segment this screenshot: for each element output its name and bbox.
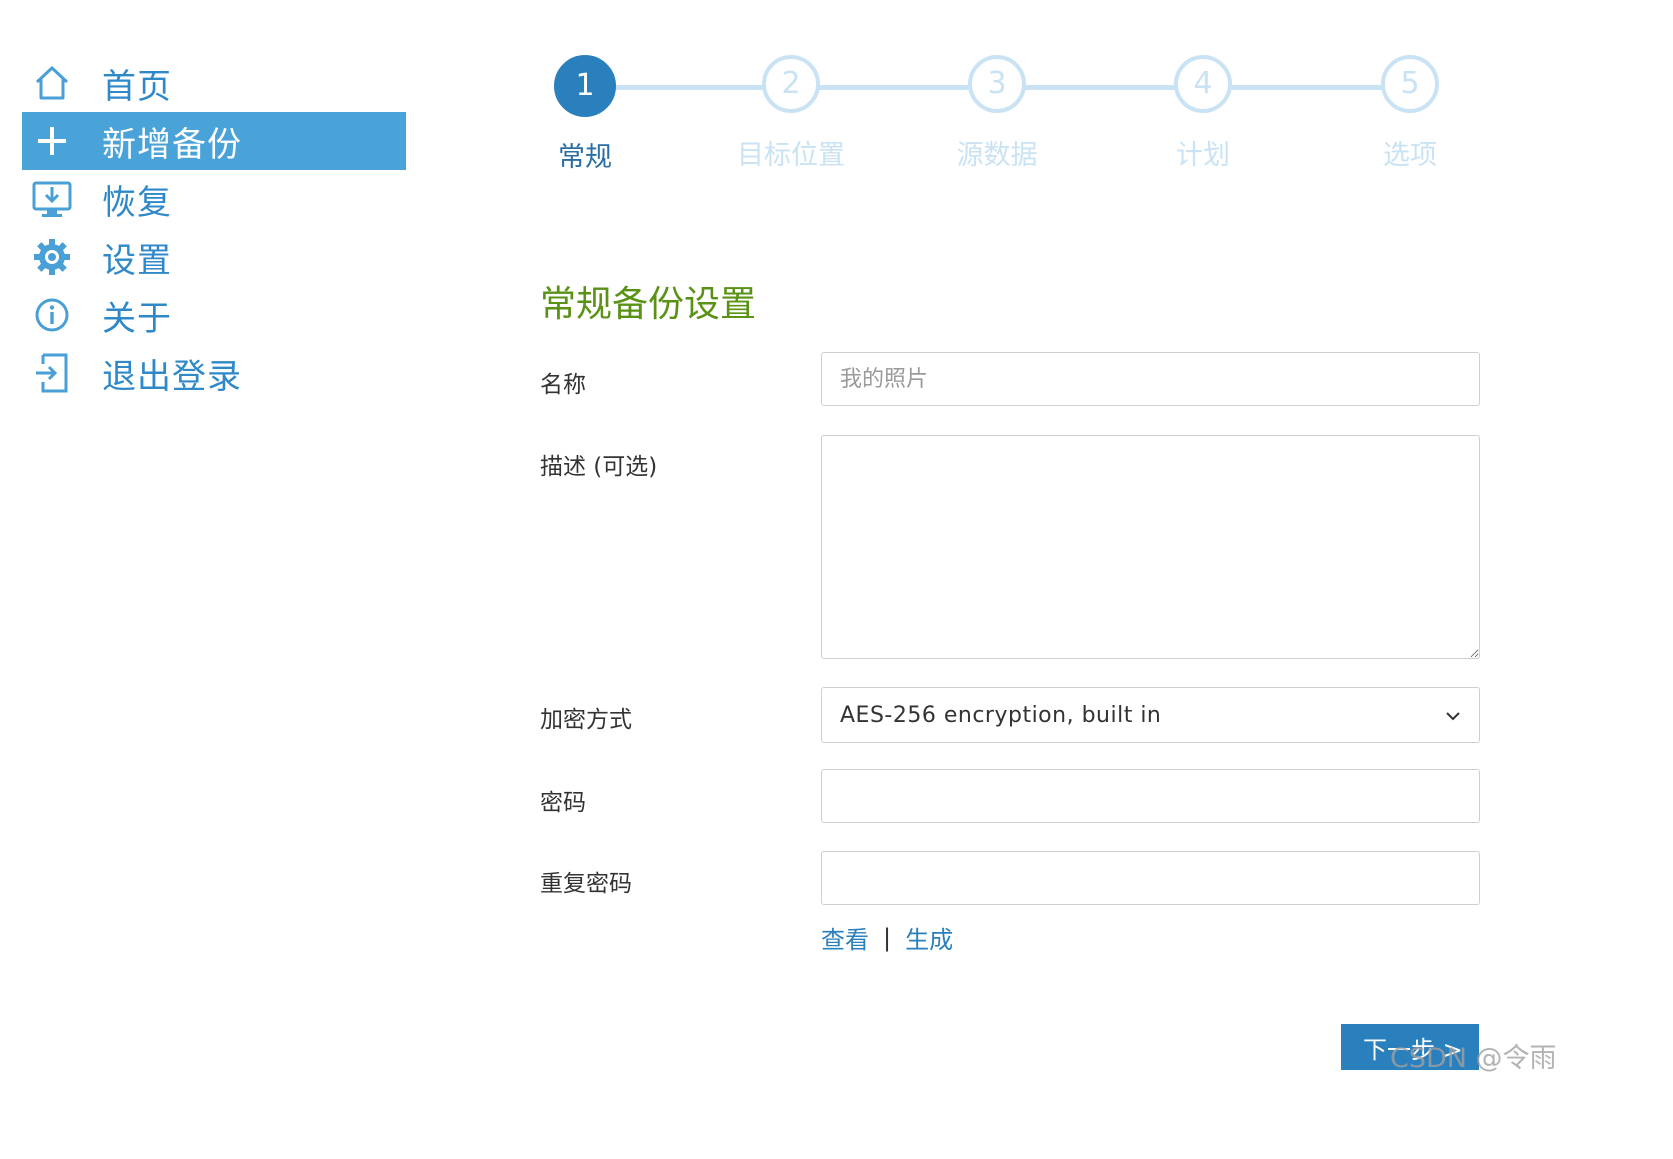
description-label: 描述 (可选) [540,454,658,480]
step-source-data[interactable]: 3 源数据 [932,55,1062,172]
encryption-label: 加密方式 [540,707,632,733]
restore-monitor-icon [20,179,84,219]
step-number: 1 [554,55,616,117]
step-label: 目标位置 [737,140,845,171]
sidebar-item-label: 设置 [102,240,172,281]
step-general[interactable]: 1 常规 [520,55,650,174]
step-options[interactable]: 5 选项 [1345,55,1475,172]
step-label: 常规 [558,142,612,173]
gear-icon [20,238,84,276]
sidebar-item-label: 恢复 [102,182,172,223]
sidebar: 首页 新增备份 恢复 设置 关于 退出登录 [22,54,406,402]
wizard-stepper: 1 常规 2 目标位置 3 源数据 4 计划 5 选项 [520,55,1510,185]
link-separator: | [883,923,892,952]
password-input[interactable] [821,769,1480,823]
step-label: 选项 [1383,140,1437,171]
step-schedule[interactable]: 4 计划 [1138,55,1268,172]
sidebar-item-restore[interactable]: 恢复 [22,170,406,228]
sidebar-item-settings[interactable]: 设置 [22,228,406,286]
step-number: 5 [1381,55,1439,113]
name-label: 名称 [540,372,586,398]
repeat-password-input[interactable] [821,851,1480,905]
form-title: 常规备份设置 [540,284,757,325]
plus-icon [20,124,84,158]
encryption-select[interactable]: AES-256 encryption, built in [821,687,1480,743]
sidebar-item-logout[interactable]: 退出登录 [22,344,406,402]
name-input[interactable] [821,352,1480,406]
repeat-password-label: 重复密码 [540,871,632,897]
sidebar-item-label: 关于 [102,298,172,339]
watermark: CSDN @令雨 [1390,1043,1557,1074]
home-icon [20,64,84,102]
sidebar-item-label: 退出登录 [102,356,242,397]
step-number: 2 [762,55,820,113]
generate-password-link[interactable]: 生成 [905,920,953,955]
sidebar-item-label: 新增备份 [102,124,242,165]
sidebar-item-about[interactable]: 关于 [22,286,406,344]
sidebar-item-label: 首页 [102,66,172,107]
sidebar-item-home[interactable]: 首页 [22,54,406,112]
chevron-down-icon [1445,705,1461,726]
info-icon [20,297,84,333]
password-links: 查看 | 生成 [821,920,953,955]
view-password-link[interactable]: 查看 [821,920,869,955]
step-label: 计划 [1176,140,1230,171]
description-textarea[interactable] [821,435,1480,659]
step-label: 源数据 [956,140,1038,171]
password-label: 密码 [540,790,586,816]
step-number: 4 [1174,55,1232,113]
step-destination[interactable]: 2 目标位置 [726,55,856,172]
sidebar-item-new-backup[interactable]: 新增备份 [22,112,406,170]
logout-icon [20,352,84,394]
encryption-selected-value: AES-256 encryption, built in [840,702,1162,728]
step-number: 3 [968,55,1026,113]
